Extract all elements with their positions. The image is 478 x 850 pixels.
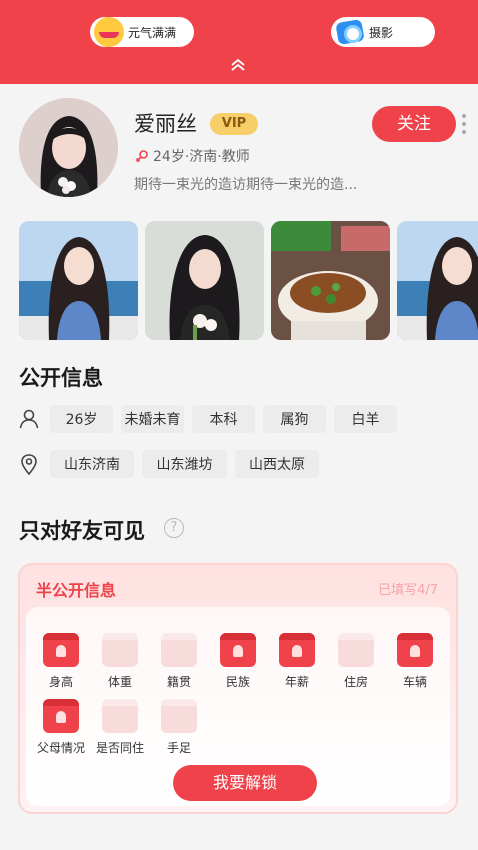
item-label: 民族 [225,675,250,689]
mood-tag-pill[interactable]: 元气满满 [90,17,194,47]
vip-badge: VIP [210,113,258,135]
lock-box-icon [43,633,79,667]
empty-box-icon [161,699,197,733]
empty-box-icon [161,633,197,667]
photo-2[interactable] [145,221,264,340]
tag-zodiac: 属狗 [263,405,326,433]
photo-3[interactable] [271,221,390,340]
item-salary[interactable]: 年薪 [266,633,328,690]
tag-location-3: 山西太原 [235,450,319,478]
item-label: 住房 [343,675,368,689]
lock-box-icon [279,633,315,667]
semi-public-title: 半公开信息 [36,581,117,600]
user-name: 爱丽丝 [134,112,197,136]
item-label: 年薪 [284,675,309,689]
item-label: 车辆 [402,675,427,689]
lock-box-icon [397,633,433,667]
item-label: 父母情况 [36,741,85,755]
tag-marital: 未婚未育 [121,405,184,433]
item-label: 体重 [107,675,132,689]
photo-4[interactable] [397,221,478,340]
lock-box-icon [43,699,79,733]
semi-public-items: 身高 体重 籍贯 民族 年薪 住房 车辆 父母情况 是否同住 手足 我要解锁 [26,607,450,806]
tag-location-1: 山东济南 [50,450,134,478]
more-options-icon[interactable] [461,114,467,136]
lock-box-icon [220,633,256,667]
empty-box-icon [338,633,374,667]
item-label: 手足 [166,741,191,755]
top-header: 元气满满 摄影 [0,0,478,84]
avatar[interactable] [19,98,118,197]
item-weight[interactable]: 体重 [89,633,151,690]
female-gender-icon [135,150,148,163]
basic-info-row: 26岁 未婚未育 本科 属狗 白羊 [17,405,405,433]
item-housing[interactable]: 住房 [325,633,387,690]
filled-count: 已填写4/7 [378,583,438,598]
semi-public-card: 半公开信息 已填写4/7 身高 体重 籍贯 民族 年薪 住房 车辆 父母情况 是… [18,563,458,814]
hobby-tag-pill[interactable]: 摄影 [331,17,435,47]
item-label: 籍贯 [166,675,191,689]
mood-tag-label: 元气满满 [128,25,177,40]
help-icon[interactable]: ? [164,518,184,538]
empty-box-icon [102,633,138,667]
location-info-row: 山东济南 山东潍坊 山西太原 [17,450,327,478]
tag-location-2: 山东潍坊 [142,450,227,478]
item-label: 身高 [48,675,73,689]
smile-emoji-icon [90,17,128,47]
user-bio: 期待一束光的造访期待一束光的造... [134,177,358,193]
tag-education: 本科 [192,405,255,433]
camera-emoji-icon [331,17,369,47]
follow-button[interactable]: 关注 [372,106,456,142]
item-live-together[interactable]: 是否同住 [89,699,151,756]
friends-only-title: 只对好友可见 [19,519,145,543]
item-ethnicity[interactable]: 民族 [207,633,269,690]
empty-box-icon [102,699,138,733]
tag-constellation: 白羊 [334,405,397,433]
photo-1[interactable] [19,221,138,340]
item-siblings[interactable]: 手足 [148,699,210,756]
item-height[interactable]: 身高 [30,633,92,690]
photo-strip[interactable] [19,221,478,340]
user-meta: 24岁·济南·教师 [134,146,250,166]
chevron-up-icon[interactable] [229,56,247,74]
person-icon [19,409,39,429]
location-pin-icon [21,454,37,476]
unlock-button[interactable]: 我要解锁 [173,765,317,801]
item-parents[interactable]: 父母情况 [30,699,92,756]
item-label: 是否同住 [95,741,144,755]
user-meta-text: 24岁·济南·教师 [153,149,250,165]
hobby-tag-label: 摄影 [369,25,394,40]
tag-age: 26岁 [50,405,113,433]
public-info-title: 公开信息 [19,366,103,390]
item-vehicle[interactable]: 车辆 [384,633,446,690]
item-hometown[interactable]: 籍贯 [148,633,210,690]
